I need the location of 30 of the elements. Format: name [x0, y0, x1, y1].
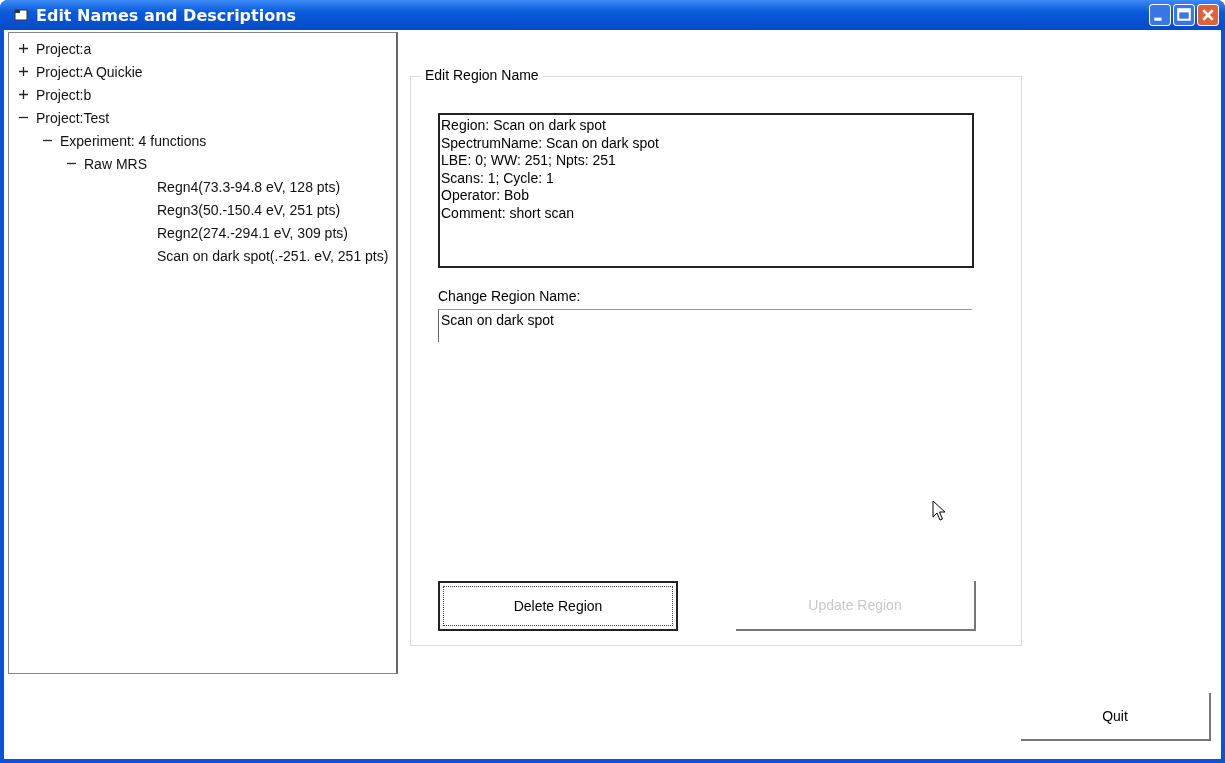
minimize-icon[interactable] [1149, 4, 1171, 26]
detail-line: Scans: 1; Cycle: 1 [441, 169, 554, 187]
input-field[interactable]: Scan on dark spot [438, 309, 972, 342]
close-icon[interactable] [1197, 4, 1219, 26]
tree-item[interactable]: Project:b [36, 86, 92, 103]
quit-button[interactable]: Quit [1021, 692, 1211, 741]
group-title: Edit Region Name [421, 67, 543, 83]
tree-item[interactable]: Regn2(274.-294.1 eV, 309 pts) [157, 224, 348, 241]
tree-item[interactable]: Regn4(73.3-94.8 eV, 128 pts) [157, 178, 341, 195]
plus-icon[interactable] [19, 44, 28, 53]
tree-item[interactable]: Scan on dark spot(.-251. eV, 251 pts) [157, 247, 389, 264]
maximize-icon[interactable] [1173, 4, 1195, 26]
window-icon [14, 9, 28, 21]
plus-icon[interactable] [19, 67, 28, 76]
tree-item[interactable]: Regn3(50.-150.4 eV, 251 pts) [157, 201, 341, 218]
window-title: Edit Names and Descriptions [36, 5, 297, 25]
action-button[interactable]: Delete Region [438, 581, 678, 631]
tree-item[interactable]: Experiment: 4 functions [60, 132, 207, 149]
tree-item[interactable]: Project:a [36, 40, 92, 57]
detail-line: Operator: Bob [441, 187, 529, 205]
tree-item[interactable]: Project:Test [36, 109, 110, 126]
detail-line: Region: Scan on dark spot [441, 117, 606, 135]
tree-item[interactable]: Raw MRS [84, 155, 147, 172]
tree-item[interactable]: Project:A Quickie [36, 63, 143, 80]
detail-line: SpectrumName: Scan on dark spot [441, 134, 659, 152]
plus-icon[interactable] [19, 90, 28, 99]
field-label: Change Region Name: [438, 288, 581, 304]
detail-line: LBE: 0; WW: 251; Npts: 251 [441, 152, 616, 170]
mouse-pointer-icon [932, 500, 946, 522]
detail-line: Comment: short scan [441, 204, 575, 222]
